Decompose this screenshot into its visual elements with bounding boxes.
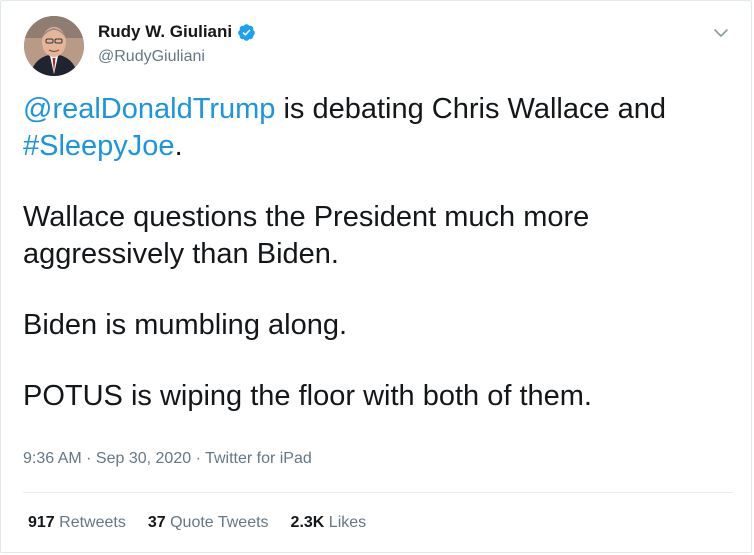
likes-label: Likes xyxy=(328,514,367,531)
retweets-label: Retweets xyxy=(59,514,126,531)
likes-stat[interactable]: 2.3K Likes xyxy=(291,514,367,532)
verified-badge-icon xyxy=(237,23,256,42)
author-name-row: Rudy W. Giuliani xyxy=(98,22,256,42)
tweet-time[interactable]: 9:36 AM xyxy=(23,450,82,467)
tweet-date[interactable]: Sep 30, 2020 xyxy=(96,450,191,467)
meta-separator: · xyxy=(81,450,96,467)
tweet-source-link[interactable]: Twitter for iPad xyxy=(205,450,312,467)
divider xyxy=(23,492,733,493)
tweet-text-segment: is debating Chris Wallace and xyxy=(275,93,667,125)
tweet-text-period: . xyxy=(174,130,183,162)
likes-count: 2.3K xyxy=(290,514,325,531)
author-handle[interactable]: @RudyGiuliani xyxy=(98,48,205,66)
mention-link[interactable]: @realDonaldTrump xyxy=(23,93,275,125)
tweet-paragraph-2: Wallace questions the President much mor… xyxy=(23,201,590,270)
tweet-meta: 9:36 AM · Sep 30, 2020 · Twitter for iPa… xyxy=(23,450,312,468)
avatar[interactable] xyxy=(24,16,84,76)
tweet-text: @realDonaldTrump is debating Chris Walla… xyxy=(23,91,733,449)
chevron-down-icon[interactable] xyxy=(710,22,732,44)
tweet-stats: 917 Retweets 37 Quote Tweets 2.3K Likes xyxy=(28,514,388,532)
quote-tweets-label: Quote Tweets xyxy=(170,514,269,531)
tweet-paragraph-4: POTUS is wiping the floor with both of t… xyxy=(23,380,592,412)
tweet-card: Rudy W. Giuliani @RudyGiuliani @realDona… xyxy=(0,0,752,553)
hashtag-link[interactable]: #SleepyJoe xyxy=(23,130,175,162)
author-name[interactable]: Rudy W. Giuliani xyxy=(98,22,232,42)
quote-tweets-stat[interactable]: 37 Quote Tweets xyxy=(148,514,269,532)
tweet-paragraph-3: Biden is mumbling along. xyxy=(23,309,348,341)
avatar-portrait-icon xyxy=(24,16,84,76)
meta-separator: · xyxy=(191,450,206,467)
tweet-paragraph-1: @realDonaldTrump is debating Chris Walla… xyxy=(23,91,733,165)
quote-tweets-count: 37 xyxy=(147,514,166,531)
retweets-stat[interactable]: 917 Retweets xyxy=(28,514,126,532)
retweets-count: 917 xyxy=(28,514,55,531)
